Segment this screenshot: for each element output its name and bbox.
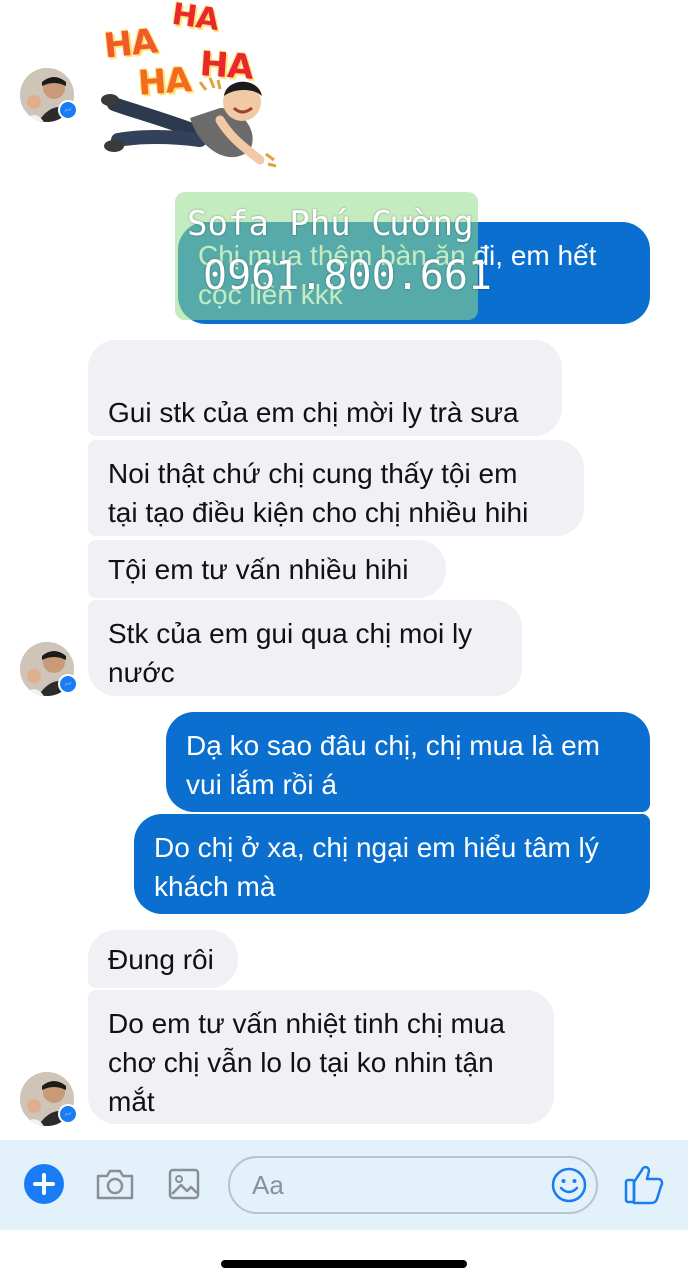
watermark-phone: 0961.800.661 <box>203 253 492 299</box>
messenger-badge-icon <box>58 674 78 694</box>
watermark-name: Sofa Phú Cường <box>187 204 474 244</box>
incoming-message-bubble[interactable]: Đung rôi <box>88 930 238 988</box>
image-icon[interactable] <box>166 1164 202 1204</box>
watermark: Sofa Phú Cường 0961.800.661 <box>175 192 492 320</box>
incoming-message-bubble[interactable]: Stk của em gui qua chị moi ly nước <box>88 600 522 696</box>
contact-avatar[interactable] <box>20 642 78 696</box>
home-indicator[interactable] <box>221 1260 467 1268</box>
messenger-badge-icon <box>58 1104 78 1124</box>
laughing-man-figure <box>101 77 277 168</box>
camera-icon[interactable] <box>94 1164 136 1204</box>
incoming-message-bubble[interactable]: Do em tư vấn nhiệt tinh chị mua chơ chị … <box>88 990 554 1124</box>
incoming-message-bubble[interactable]: Gui stk của em chị mời ly trà sưa uông c… <box>88 340 562 507</box>
laughing-sticker: HA HA HA HA <box>100 0 280 180</box>
incoming-message-bubble[interactable]: Tội em tư vấn nhiều hihi <box>88 540 446 598</box>
contact-avatar[interactable] <box>20 68 78 122</box>
contact-avatar[interactable] <box>20 1072 78 1126</box>
outgoing-message-bubble[interactable]: Dạ ko sao đâu chị, chị mua là em vui lắm… <box>166 712 650 812</box>
message-input[interactable] <box>228 1156 598 1214</box>
outgoing-message-bubble[interactable]: Do chị ở xa, chị ngại em hiểu tâm lý khá… <box>134 814 650 914</box>
emoji-icon[interactable] <box>550 1166 588 1204</box>
messenger-badge-icon <box>58 100 78 120</box>
plus-icon[interactable] <box>24 1164 64 1204</box>
thumbs-up-icon[interactable] <box>622 1160 666 1208</box>
incoming-message-bubble[interactable]: Noi thật chứ chị cung thấy tội em tại tạ… <box>88 440 584 536</box>
message-composer <box>0 1140 688 1230</box>
